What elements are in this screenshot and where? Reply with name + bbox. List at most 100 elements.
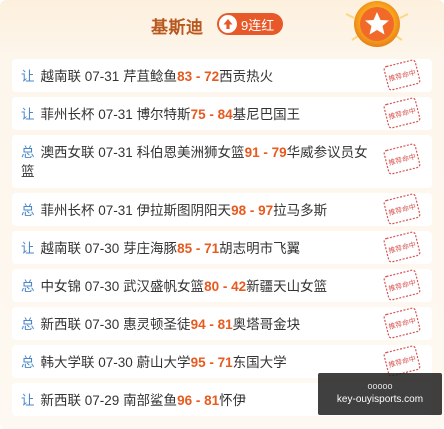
hit-stamp-label: 推荐命中 xyxy=(387,278,416,294)
hit-stamp-icon: 推荐命中 xyxy=(383,97,421,129)
bet-type-tag: 总 xyxy=(21,279,35,294)
watermark-top: ooooo xyxy=(367,381,393,391)
home-team: 惠灵顿圣徒 xyxy=(123,317,191,332)
league: 中女锦 xyxy=(40,279,82,294)
away-score: 81 xyxy=(217,317,233,332)
hit-stamp-icon: 推荐命中 xyxy=(383,59,421,91)
match-date: 07-31 xyxy=(84,69,120,84)
bet-type-tag: 让 xyxy=(21,107,35,122)
league: 越南联 xyxy=(40,241,82,256)
hit-stamp-label: 推荐命中 xyxy=(387,354,416,370)
away-team: 奥塔哥金块 xyxy=(232,317,301,332)
bet-type-tag: 让 xyxy=(21,69,35,84)
score-separator: - xyxy=(205,355,218,370)
bet-type-tag: 让 xyxy=(21,393,35,408)
match-date: 07-30 xyxy=(98,355,133,370)
match-date: 07-30 xyxy=(84,317,120,332)
home-team: 芹苴鲶鱼 xyxy=(123,69,178,84)
home-score: 83 xyxy=(177,69,193,84)
home-team: 武汉盛帆女篮 xyxy=(123,279,205,294)
home-team: 南部鲨鱼 xyxy=(123,393,178,408)
home-score: 96 xyxy=(177,393,193,408)
hit-stamp-label: 推荐命中 xyxy=(387,106,416,122)
expert-name[interactable]: 基斯迪 xyxy=(151,13,204,38)
away-team: 新疆天山女篮 xyxy=(246,279,328,294)
away-team: 拉马多斯 xyxy=(273,203,328,218)
score-separator: - xyxy=(192,241,205,256)
home-team: 伊拉斯图阴阳天 xyxy=(136,203,232,218)
away-score: 71 xyxy=(204,241,220,256)
hit-stamp-label: 推荐命中 xyxy=(387,152,416,168)
record-row[interactable]: 让越南联 07-31 芹苴鲶鱼83 - 72西贡热火 推荐命中 xyxy=(12,59,432,92)
hit-stamp-label: 推荐命中 xyxy=(387,202,416,218)
away-team: 西贡热火 xyxy=(219,69,274,84)
hit-stamp-icon: 推荐命中 xyxy=(383,307,421,339)
record-list: 让越南联 07-31 芹苴鲶鱼83 - 72西贡热火 推荐命中 让菲州长杯 07… xyxy=(12,59,432,421)
home-team: 芽庄海豚 xyxy=(123,241,178,256)
home-score: 91 xyxy=(244,145,260,160)
hit-stamp-icon: 推荐命中 xyxy=(383,143,421,175)
home-team: 蔚山大学 xyxy=(136,355,191,370)
streak-badge: 9连红 xyxy=(217,13,283,35)
league: 澳西女联 xyxy=(40,145,95,160)
hit-stamp-icon: 推荐命中 xyxy=(383,269,421,301)
record-row[interactable]: 让越南联 07-30 芽庄海豚85 - 71胡志明市飞翼 推荐命中 xyxy=(12,231,432,264)
hit-stamp-label: 推荐命中 xyxy=(387,316,416,332)
score-separator: - xyxy=(205,317,218,332)
record-row[interactable]: 总中女锦 07-30 武汉盛帆女篮80 - 42新疆天山女篮 推荐命中 xyxy=(12,269,432,302)
away-score: 97 xyxy=(258,203,274,218)
away-team: 怀伊 xyxy=(219,393,247,408)
match-date: 07-30 xyxy=(84,279,120,294)
streak-label: 9连红 xyxy=(241,17,275,33)
home-team: 科伯恩美洲狮女篮 xyxy=(136,145,245,160)
record-row[interactable]: 让菲州长杯 07-31 博尔特斯75 - 84基尼巴国王 推荐命中 xyxy=(12,97,432,130)
league: 菲州长杯 xyxy=(40,203,95,218)
arrow-up-icon xyxy=(219,15,237,33)
expert-record-card: 基斯迪 9连红 让 越南联 07-31 芹苴鲶鱼83 - 72西贡热火 推荐命中… xyxy=(0,0,444,429)
home-score: 80 xyxy=(204,279,220,294)
away-score: 84 xyxy=(217,107,233,122)
away-score: 71 xyxy=(217,355,233,370)
record-row[interactable]: 总澳西女联 07-31 科伯恩美洲狮女篮91 - 79华威参议员女篮 推荐命中 xyxy=(12,135,432,188)
score-separator: - xyxy=(246,203,259,218)
bet-type-tag: 总 xyxy=(21,355,35,370)
league: 越南联 xyxy=(40,69,82,84)
away-team: 胡志明市飞翼 xyxy=(219,241,301,256)
score-separator: - xyxy=(219,279,232,294)
bet-type-tag: 总 xyxy=(21,203,35,218)
home-score: 95 xyxy=(190,355,206,370)
score-separator: - xyxy=(205,107,218,122)
bet-type-tag: 让 xyxy=(21,241,35,256)
home-score: 94 xyxy=(190,317,206,332)
away-score: 72 xyxy=(204,69,220,84)
home-score: 85 xyxy=(177,241,193,256)
league: 新西联 xyxy=(40,317,82,332)
away-score: 42 xyxy=(231,279,247,294)
away-team: 基尼巴国王 xyxy=(232,107,301,122)
score-separator: - xyxy=(192,69,205,84)
watermark: ooooo key-ouyisports.com xyxy=(318,373,442,415)
away-score: 79 xyxy=(271,145,287,160)
hit-stamp-label: 推荐命中 xyxy=(387,240,416,256)
hit-stamp-icon: 推荐命中 xyxy=(383,193,421,225)
record-row[interactable]: 总新西联 07-30 惠灵顿圣徒94 - 81奥塔哥金块 推荐命中 xyxy=(12,307,432,340)
star-medal-icon xyxy=(345,1,409,47)
away-team: 东国大学 xyxy=(232,355,287,370)
home-team: 博尔特斯 xyxy=(136,107,191,122)
match-date: 07-30 xyxy=(84,241,120,256)
home-score: 98 xyxy=(231,203,247,218)
match-date: 07-31 xyxy=(98,107,133,122)
home-score: 75 xyxy=(190,107,206,122)
bet-type-tag: 总 xyxy=(21,145,35,160)
watermark-url: key-ouyisports.com xyxy=(336,394,424,405)
bet-type-tag: 总 xyxy=(21,317,35,332)
league: 韩大学联 xyxy=(40,355,95,370)
hit-stamp-label: 推荐命中 xyxy=(387,68,416,84)
league: 新西联 xyxy=(40,393,82,408)
match-date: 07-31 xyxy=(98,145,133,160)
record-row[interactable]: 总菲州长杯 07-31 伊拉斯图阴阳天98 - 97拉马多斯 推荐命中 xyxy=(12,193,432,226)
hit-stamp-icon: 推荐命中 xyxy=(383,231,421,263)
score-separator: - xyxy=(259,145,272,160)
score-separator: - xyxy=(192,393,205,408)
league: 菲州长杯 xyxy=(40,107,95,122)
